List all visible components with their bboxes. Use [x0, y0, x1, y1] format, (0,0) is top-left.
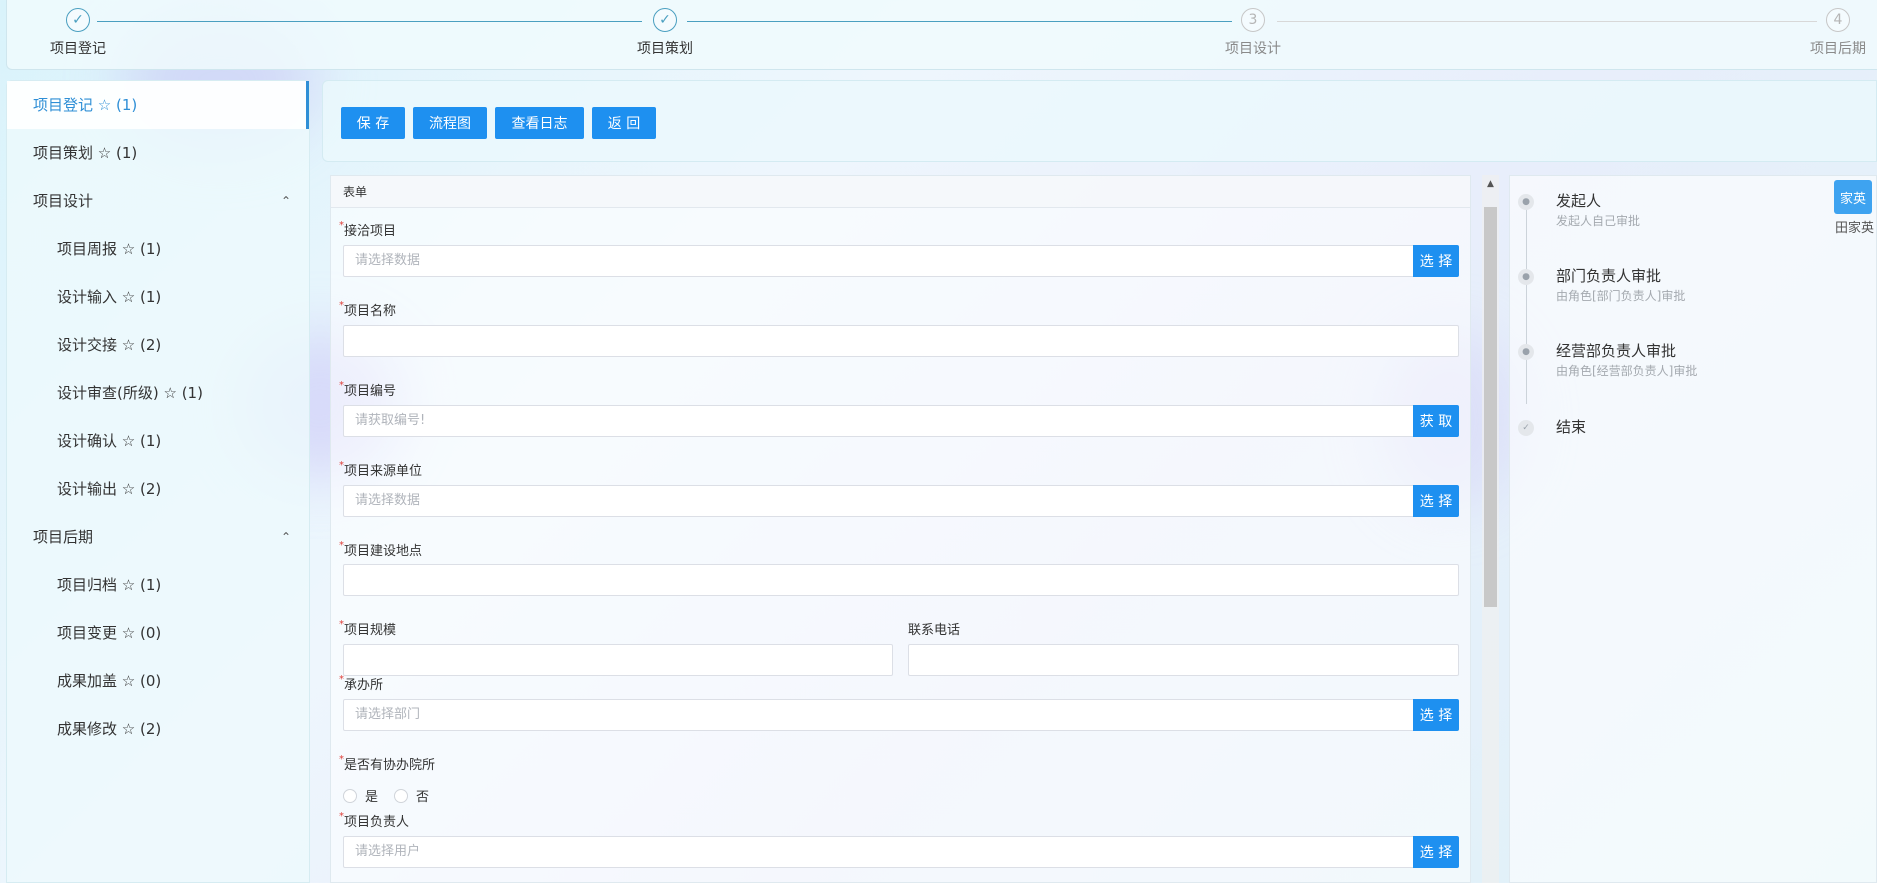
field-label-scale: *项目规模: [339, 619, 397, 638]
sidebar-item-design-confirm[interactable]: 设计确认 ☆ (1): [7, 417, 309, 465]
flow-node-subtitle: 由角色[经营部负责人]审批: [1556, 364, 1698, 378]
sidebar-group-label: 项目后期: [33, 528, 94, 546]
get-code-button[interactable]: 获 取: [1413, 405, 1459, 437]
field-label-location: *项目建设地点: [339, 540, 423, 559]
location-input[interactable]: [343, 564, 1459, 596]
sidebar: 项目登记 ☆ (1) 项目策划 ☆ (1) 项目设计 ⌃ 项目周报 ☆ (1) …: [6, 80, 310, 883]
avatar-name: 田家英: [1834, 221, 1874, 236]
step-label: 项目登记: [50, 41, 106, 57]
person-icon: ●: [1518, 344, 1534, 360]
step-label: 项目设计: [1225, 41, 1281, 57]
radio-yes[interactable]: 是: [343, 786, 378, 805]
sidebar-item-result-modify[interactable]: 成果修改 ☆ (2): [7, 705, 309, 753]
flow-connector: [1526, 204, 1527, 404]
source-unit-input[interactable]: 请选择数据: [343, 485, 1425, 517]
field-label-phone: 联系电话: [908, 623, 961, 638]
field-label-code: *项目编号: [339, 380, 397, 399]
field-label-dept: *承办所: [339, 674, 384, 693]
step-label: 项目策划: [637, 41, 693, 57]
step-connector: [97, 21, 642, 22]
flow-node-title: 部门负责人审批: [1556, 267, 1662, 285]
step-design[interactable]: 3 项目设计: [1193, 8, 1313, 58]
chevron-up-icon: ⌃: [280, 530, 291, 544]
step-number-icon: 3: [1241, 8, 1265, 32]
field-label-source-unit: *项目来源单位: [339, 460, 423, 479]
scale-input[interactable]: [343, 644, 893, 676]
scroll-up-icon[interactable]: ▲: [1482, 179, 1499, 189]
flow-node-title: 结束: [1556, 418, 1587, 436]
view-log-button[interactable]: 查看日志: [495, 107, 584, 139]
field-label-assist: *是否有协办院所: [339, 754, 436, 773]
flow-node-subtitle: 发起人自己审批: [1556, 214, 1641, 228]
field-label-project: *接洽项目: [339, 220, 397, 239]
sidebar-item-result-stamp[interactable]: 成果加盖 ☆ (0): [7, 657, 309, 705]
project-input[interactable]: 请选择数据: [343, 245, 1425, 277]
step-label: 项目后期: [1810, 41, 1866, 57]
radio-no[interactable]: 否: [394, 786, 429, 805]
form-header: 表单: [331, 176, 1470, 208]
sidebar-item-change[interactable]: 项目变更 ☆ (0): [7, 609, 309, 657]
scroll-thumb[interactable]: [1484, 207, 1497, 607]
sidebar-item-registration[interactable]: 项目登记 ☆ (1): [7, 81, 309, 129]
sidebar-group-late-stage[interactable]: 项目后期 ⌃: [7, 513, 309, 561]
save-button[interactable]: 保 存: [341, 107, 405, 139]
phone-input[interactable]: [908, 644, 1459, 676]
radio-label: 是: [365, 790, 379, 805]
field-label-leader: *项目负责人: [339, 811, 410, 830]
progress-steps: ✓ 项目登记 ✓ 项目策划 3 项目设计 4 项目后期: [6, 0, 1877, 70]
step-connector: [1277, 21, 1817, 22]
check-icon: ✓: [653, 8, 677, 32]
approval-flow-panel: ● 发起人 发起人自己审批 ● 部门负责人审批 由角色[部门负责人]审批 ● 经…: [1509, 175, 1877, 883]
avatar[interactable]: 家英: [1834, 180, 1872, 214]
step-late-stage[interactable]: 4 项目后期: [1778, 8, 1877, 58]
sidebar-item-design-output[interactable]: 设计输出 ☆ (2): [7, 465, 309, 513]
sidebar-item-design-input[interactable]: 设计输入 ☆ (1): [7, 273, 309, 321]
leader-input[interactable]: 请选择用户: [343, 836, 1425, 868]
step-planning[interactable]: ✓ 项目策划: [605, 8, 725, 58]
field-label-name: *项目名称: [339, 300, 397, 319]
radio-label: 否: [416, 790, 430, 805]
dept-input[interactable]: 请选择部门: [343, 699, 1425, 731]
step-number-icon: 4: [1826, 8, 1850, 32]
flow-node-subtitle: 由角色[部门负责人]审批: [1556, 289, 1686, 303]
sidebar-item-weekly-report[interactable]: 项目周报 ☆ (1): [7, 225, 309, 273]
select-leader-button[interactable]: 选 择: [1413, 836, 1459, 868]
select-dept-button[interactable]: 选 择: [1413, 699, 1459, 731]
step-registration[interactable]: ✓ 项目登记: [18, 8, 138, 58]
check-icon: ✓: [66, 8, 90, 32]
back-button[interactable]: 返 回: [592, 107, 656, 139]
flow-node-title: 发起人: [1556, 192, 1602, 210]
project-code-input[interactable]: 请获取编号!: [343, 405, 1425, 437]
check-icon: ✓: [1518, 420, 1534, 436]
toolbar: 保 存 流程图 查看日志 返 回: [322, 80, 1877, 162]
radio-circle[interactable]: [343, 788, 357, 803]
sidebar-group-design[interactable]: 项目设计 ⌃: [7, 177, 309, 225]
flow-node-title: 经营部负责人审批: [1556, 342, 1677, 360]
project-name-input[interactable]: [343, 325, 1459, 357]
chevron-up-icon: ⌃: [280, 194, 291, 208]
form-panel: 表单 *接洽项目 请选择数据 选 择 *项目名称 *项目编号 请获取编号! 获 …: [330, 175, 1471, 883]
sidebar-item-design-review[interactable]: 设计审查(所级) ☆ (1): [7, 369, 309, 417]
select-project-button[interactable]: 选 择: [1413, 245, 1459, 277]
form-scrollbar[interactable]: ▲: [1482, 175, 1499, 883]
sidebar-item-archive[interactable]: 项目归档 ☆ (1): [7, 561, 309, 609]
step-connector: [687, 21, 1232, 22]
flowchart-button[interactable]: 流程图: [413, 107, 487, 139]
person-icon: ●: [1518, 269, 1534, 285]
person-icon: ●: [1518, 194, 1534, 210]
select-source-unit-button[interactable]: 选 择: [1413, 485, 1459, 517]
sidebar-item-design-handover[interactable]: 设计交接 ☆ (2): [7, 321, 309, 369]
radio-circle[interactable]: [394, 788, 408, 803]
sidebar-item-planning[interactable]: 项目策划 ☆ (1): [7, 129, 309, 177]
sidebar-group-label: 项目设计: [33, 192, 94, 210]
